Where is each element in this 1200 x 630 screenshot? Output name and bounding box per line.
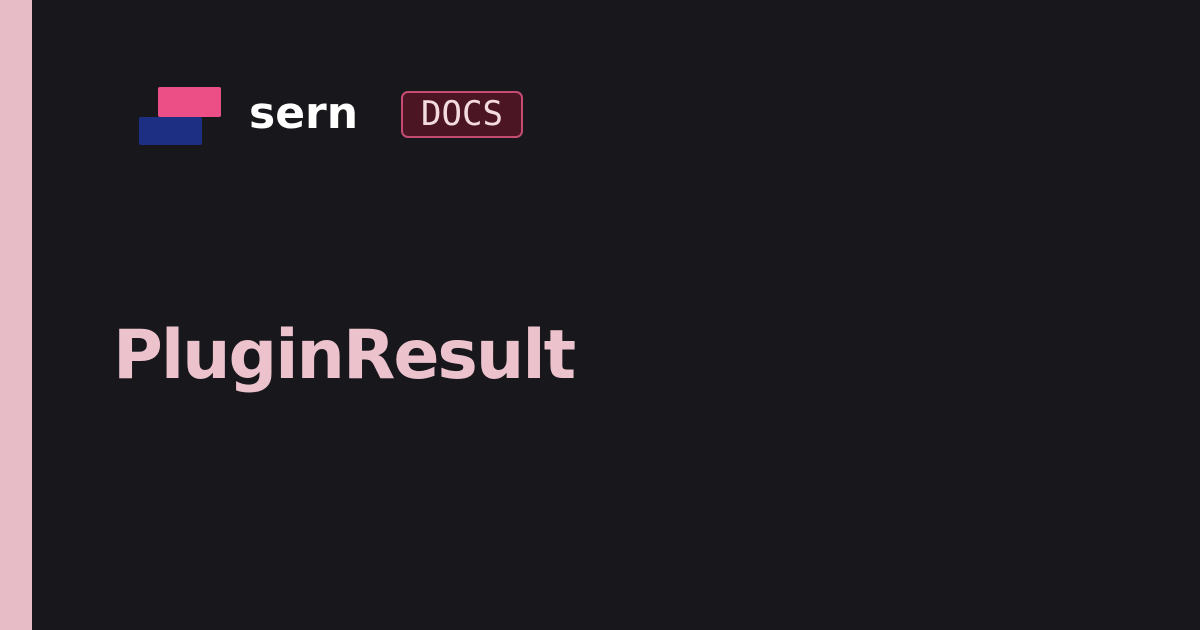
social-card: sern DOCS PluginResult — [0, 0, 1200, 630]
page-title: PluginResult — [113, 316, 576, 395]
sern-logo-icon — [139, 86, 223, 146]
brand-wordmark: sern — [249, 88, 359, 139]
logo-block-top — [158, 87, 221, 117]
brand-header[interactable]: sern DOCS — [139, 86, 559, 146]
accent-bar — [0, 0, 32, 630]
logo-block-bottom — [139, 117, 202, 145]
docs-badge: DOCS — [401, 91, 523, 138]
